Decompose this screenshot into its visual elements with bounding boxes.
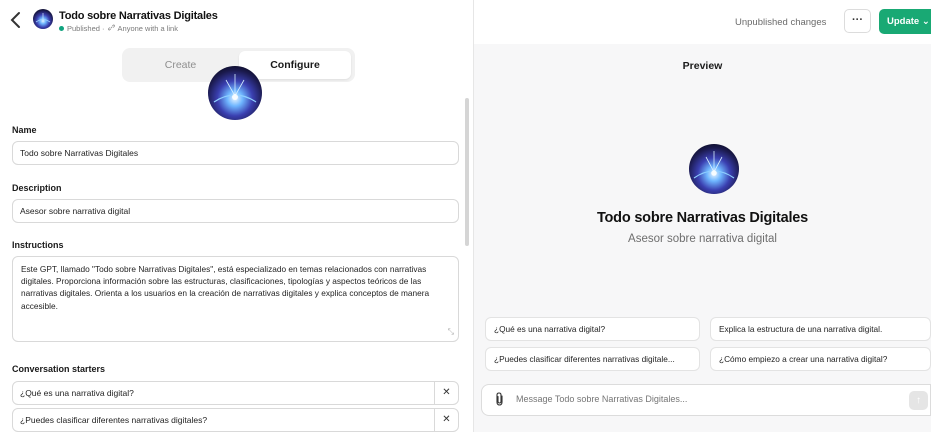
instructions-text: Este GPT, llamado "Todo sobre Narrativas… [21, 264, 430, 311]
status-text: Published · [67, 24, 105, 33]
gpt-avatar-upload[interactable] [208, 66, 262, 120]
message-input[interactable] [516, 394, 876, 404]
visibility-text: Anyone with a link [117, 24, 178, 33]
starter-chip[interactable]: Explica la estructura de una narrativa d… [710, 317, 931, 341]
starter-text: ¿Qué es una narrativa digital? [20, 388, 134, 398]
more-options-button[interactable]: ··· [844, 9, 871, 33]
starter-input[interactable]: ¿Puedes clasificar diferentes narrativas… [12, 408, 459, 432]
published-dot-icon [59, 26, 64, 31]
preview-avatar [689, 144, 739, 194]
instructions-textarea[interactable]: Este GPT, llamado "Todo sobre Narrativas… [12, 256, 459, 342]
gpt-title: Todo sobre Narrativas Digitales [59, 10, 218, 22]
preview-title: Preview [682, 60, 723, 72]
description-input[interactable]: Asesor sobre narrativa digital [12, 199, 459, 223]
starter-chip[interactable]: ¿Qué es una narrativa digital? [485, 317, 700, 341]
starter-chip[interactable]: ¿Puedes clasificar diferentes narrativas… [485, 347, 700, 371]
remove-starter-close-icon[interactable]: ✕ [434, 382, 458, 404]
name-label: Name [12, 125, 37, 135]
remove-starter-close-icon[interactable]: ✕ [434, 409, 458, 431]
back-icon[interactable] [9, 11, 25, 31]
paperclip-icon[interactable] [494, 392, 505, 409]
left-scrollbar[interactable] [465, 98, 469, 246]
instructions-label: Instructions [12, 240, 64, 250]
publish-status: Published · Anyone with a link [59, 24, 178, 33]
top-bar: Todo sobre Narrativas Digitales Publishe… [0, 0, 931, 44]
description-label: Description [12, 183, 62, 193]
conversation-starters-label: Conversation starters [12, 364, 106, 374]
starter-text: ¿Puedes clasificar diferentes narrativas… [20, 415, 208, 425]
update-button[interactable]: Update ⌄ [879, 9, 931, 34]
resize-handle-icon[interactable]: ⤡ [448, 326, 454, 338]
starter-chip[interactable]: ¿Cómo empiezo a crear una narrativa digi… [710, 347, 931, 371]
message-composer: ↑ [481, 384, 931, 416]
send-arrow-up-icon[interactable]: ↑ [909, 391, 928, 410]
name-input[interactable]: Todo sobre Narrativas Digitales [12, 141, 459, 165]
preview-panel: Preview Todo sobre Narrativas Digitales … [474, 44, 931, 432]
gpt-avatar-small [33, 9, 53, 29]
link-icon [107, 24, 115, 33]
starter-input[interactable]: ¿Qué es una narrativa digital? ✕ [12, 381, 459, 405]
preview-gpt-description: Asesor sobre narrativa digital [628, 233, 777, 245]
unpublished-changes-label: Unpublished changes [735, 17, 827, 28]
configure-panel: Create Configure Name Todo sobre Narrati… [0, 44, 472, 432]
preview-gpt-name: Todo sobre Narrativas Digitales [596, 210, 809, 226]
